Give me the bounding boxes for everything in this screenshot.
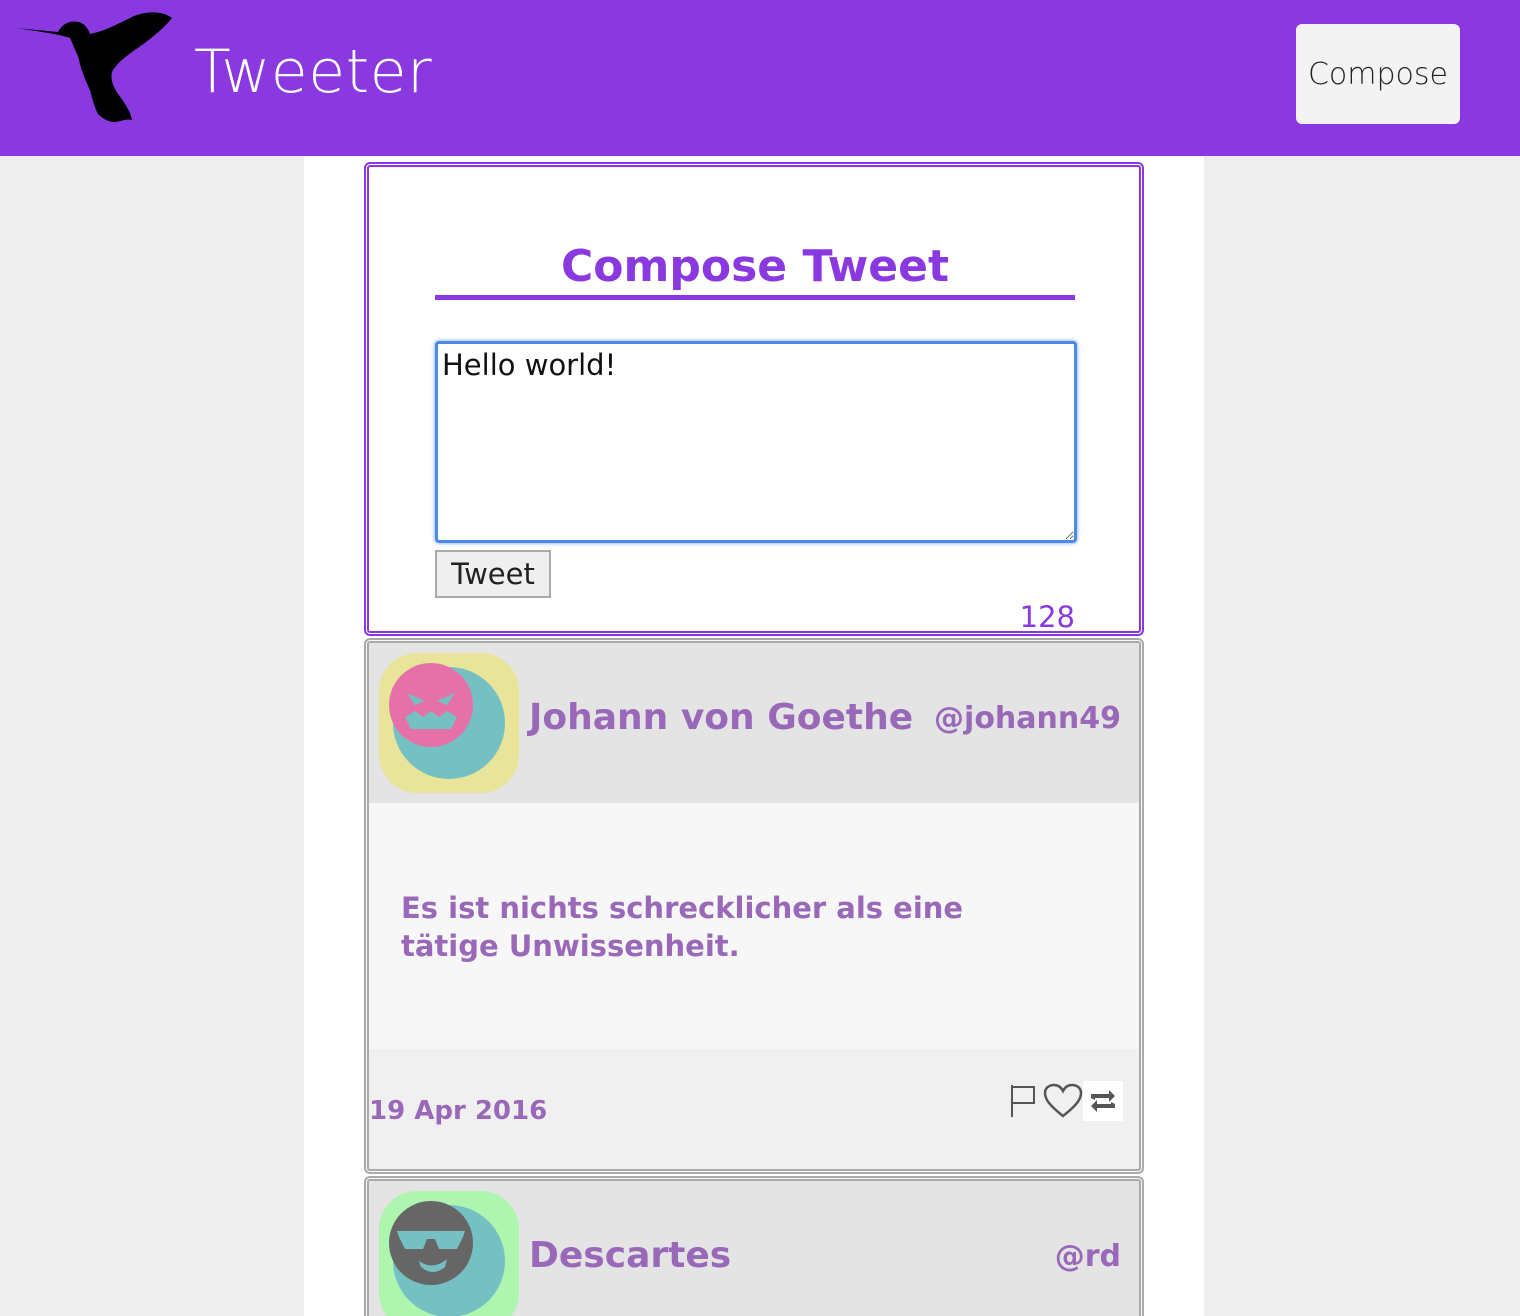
tweet-author-name[interactable]: Johann von Goethe bbox=[529, 693, 913, 743]
tweet-card: Johann von Goethe @johann49 Es ist nicht… bbox=[364, 638, 1144, 1174]
avatar-ring bbox=[389, 1201, 505, 1316]
tweet-author-handle[interactable]: @rd bbox=[1055, 1235, 1121, 1279]
flag-icon[interactable] bbox=[1003, 1081, 1043, 1121]
character-counter: 128 bbox=[1019, 600, 1075, 634]
tweet-footer: 19 Apr 2016 bbox=[369, 1049, 1139, 1169]
tweet-body: Es ist nichts schrecklicher als eine tät… bbox=[369, 803, 1139, 1049]
tweet-actions bbox=[1003, 1081, 1123, 1121]
hummingbird-icon bbox=[16, 12, 172, 123]
tweet-author-name[interactable]: Descartes bbox=[529, 1231, 731, 1281]
tweet-card: Descartes @rd bbox=[364, 1176, 1144, 1316]
top-nav-bar: Tweeter Compose bbox=[0, 0, 1520, 156]
compose-panel: Compose Tweet Tweet 128 bbox=[364, 162, 1144, 636]
tweet-text: Es ist nichts schrecklicher als eine tät… bbox=[401, 891, 964, 963]
avatar-ring bbox=[389, 663, 505, 779]
retweet-icon[interactable] bbox=[1083, 1081, 1123, 1121]
avatar bbox=[379, 653, 519, 793]
sunglasses-face-icon bbox=[389, 1201, 473, 1285]
compose-title: Compose Tweet bbox=[561, 241, 949, 292]
compose-button[interactable]: Compose bbox=[1296, 24, 1460, 124]
tweet-button[interactable]: Tweet bbox=[435, 550, 551, 598]
tweet-input[interactable] bbox=[435, 341, 1077, 543]
tweet-header: Descartes @rd bbox=[369, 1181, 1139, 1316]
tweet-date: 19 Apr 2016 bbox=[369, 1096, 548, 1126]
title-divider bbox=[435, 295, 1075, 300]
heart-icon[interactable] bbox=[1043, 1081, 1083, 1121]
app-brand: Tweeter bbox=[194, 37, 433, 107]
tweet-author-handle[interactable]: @johann49 bbox=[934, 697, 1121, 741]
avatar bbox=[379, 1191, 519, 1316]
tweet-header: Johann von Goethe @johann49 bbox=[369, 643, 1139, 803]
angry-face-icon bbox=[389, 663, 473, 747]
